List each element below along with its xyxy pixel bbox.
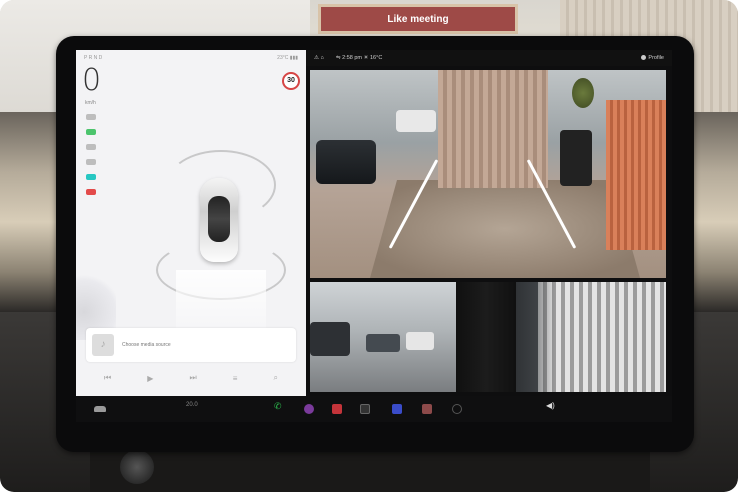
camera-app-icon[interactable] bbox=[332, 404, 342, 414]
parked-car-grey bbox=[366, 334, 400, 352]
rear-camera-view[interactable] bbox=[310, 70, 666, 278]
driving-panel: P R N D 23°C ▮▮▮ 0 km/h 30 ♪ Choose medi… bbox=[76, 50, 306, 396]
showroom-sign: Like meeting bbox=[318, 4, 518, 34]
camera-plant bbox=[572, 78, 594, 108]
car-controls-icon[interactable] bbox=[94, 406, 106, 412]
indicator-icon bbox=[86, 174, 96, 180]
car-visualization bbox=[136, 150, 306, 350]
car-roof-glass bbox=[208, 196, 230, 242]
showroom-sign-text: Like meeting bbox=[387, 14, 449, 25]
parked-car-dark bbox=[316, 140, 376, 184]
parked-car-dark bbox=[310, 322, 350, 356]
speed-readout: 0 bbox=[82, 63, 102, 98]
app-icon[interactable] bbox=[360, 404, 370, 414]
next-track-icon[interactable]: ⏭ bbox=[189, 373, 196, 383]
app-icon[interactable] bbox=[452, 404, 462, 414]
speed-limit-sign: 30 bbox=[282, 72, 300, 90]
profile-label: Profile bbox=[648, 55, 664, 61]
phone-icon[interactable]: ✆ bbox=[274, 401, 286, 411]
media-player[interactable]: ♪ Choose media source bbox=[86, 328, 296, 362]
speed-unit: km/h bbox=[85, 100, 96, 106]
status-indicators bbox=[86, 114, 102, 204]
camera-orange-wall bbox=[606, 100, 666, 250]
console-knob bbox=[120, 450, 154, 484]
indicator-icon bbox=[86, 114, 96, 120]
bluetooth-icon[interactable] bbox=[392, 404, 402, 414]
camera-shadow bbox=[516, 282, 556, 392]
right-repeater-camera-view[interactable] bbox=[516, 282, 666, 392]
app-icon[interactable] bbox=[422, 404, 432, 414]
profile-icon bbox=[641, 55, 647, 61]
indicator-icon bbox=[86, 129, 96, 135]
camera-stripes bbox=[538, 282, 666, 392]
volume-icon[interactable]: ◀) bbox=[546, 401, 562, 411]
dashboard-left bbox=[0, 112, 62, 312]
parked-car-white bbox=[406, 332, 434, 350]
indicator-icon bbox=[86, 189, 96, 195]
left-repeater-camera-view[interactable] bbox=[310, 282, 456, 392]
indicator-icon bbox=[86, 159, 96, 165]
camera-floor bbox=[370, 180, 640, 278]
app-icon[interactable] bbox=[304, 404, 314, 414]
media-source-label: Choose media source bbox=[122, 342, 171, 348]
camera-dark-object bbox=[560, 130, 592, 186]
search-icon[interactable]: ⌕ bbox=[273, 373, 277, 383]
car-model bbox=[200, 178, 238, 262]
profile-button[interactable]: Profile bbox=[641, 55, 664, 61]
music-note-icon: ♪ bbox=[92, 334, 114, 356]
play-icon[interactable]: ▶ bbox=[147, 374, 153, 383]
time-weather: ⇋ 2:58 pm ☀ 16°C bbox=[336, 55, 383, 61]
status-right: 23°C ▮▮▮ bbox=[277, 55, 298, 61]
camera-divider bbox=[456, 282, 516, 392]
equalizer-icon[interactable]: ≡ bbox=[233, 374, 238, 383]
indicator-icon bbox=[86, 144, 96, 150]
status-icons: ⚠ ⌂ bbox=[314, 55, 324, 61]
media-controls: ⏮ ▶ ⏭ ≡ ⌕ bbox=[86, 368, 296, 388]
climate-temperature[interactable]: 20.0 bbox=[186, 402, 198, 408]
dashboard-right bbox=[688, 112, 738, 312]
top-status-bar: ⚠ ⌂ ⇋ 2:58 pm ☀ 16°C Profile bbox=[306, 50, 672, 66]
app-dock: 20.0 ✆ ◀) bbox=[76, 396, 672, 422]
previous-track-icon[interactable]: ⏮ bbox=[104, 373, 111, 383]
camera-panel: ⚠ ⌂ ⇋ 2:58 pm ☀ 16°C Profile bbox=[306, 50, 672, 396]
touchscreen: P R N D 23°C ▮▮▮ 0 km/h 30 ♪ Choose medi… bbox=[76, 50, 672, 396]
gear-selector[interactable]: P R N D bbox=[84, 55, 102, 61]
parked-car-white bbox=[396, 110, 436, 132]
